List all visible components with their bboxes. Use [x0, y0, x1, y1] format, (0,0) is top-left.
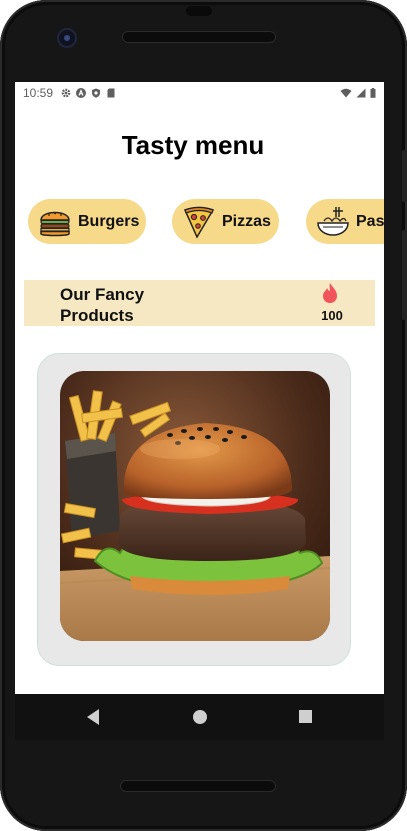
power-button[interactable]	[402, 230, 407, 320]
sd-card-icon	[107, 88, 115, 98]
category-pasta[interactable]: Pas	[306, 199, 384, 244]
gear-icon	[61, 88, 71, 98]
bottom-speaker	[120, 780, 276, 792]
app-screen: 10:59 Tasty menu Burgers Pizzas Pas Our …	[15, 82, 384, 694]
products-count: 100	[321, 308, 343, 323]
category-label-pasta: Pas	[356, 212, 384, 230]
battery-icon	[370, 88, 376, 98]
a-icon	[76, 88, 87, 98]
product-image[interactable]	[60, 371, 330, 641]
category-burgers[interactable]: Burgers	[28, 199, 146, 244]
burger-with-fries-photo	[60, 371, 330, 641]
recents-icon[interactable]	[299, 710, 312, 723]
home-icon[interactable]	[193, 710, 207, 724]
shield-icon	[92, 88, 101, 98]
pizza-icon	[183, 206, 215, 239]
front-camera	[57, 28, 77, 48]
status-bar: 10:59	[15, 82, 384, 104]
earpiece-speaker	[122, 31, 276, 43]
category-list[interactable]: Burgers Pizzas Pas	[15, 199, 384, 245]
system-nav-bar	[15, 694, 384, 740]
signal-icon	[356, 88, 366, 98]
burger-icon	[40, 211, 70, 236]
category-pizzas[interactable]: Pizzas	[172, 199, 279, 244]
status-time: 10:59	[23, 86, 54, 100]
category-label-pizzas: Pizzas	[222, 212, 271, 230]
page-title: Tasty menu	[121, 130, 265, 160]
top-sensor-slit	[186, 6, 212, 16]
products-header: Our Fancy Products 100	[24, 280, 375, 326]
back-icon[interactable]	[85, 708, 101, 726]
volume-button[interactable]	[402, 150, 407, 202]
products-header-title: Our Fancy Products	[60, 285, 145, 325]
phone-frame: 10:59 Tasty menu Burgers Pizzas Pas Our …	[0, 0, 407, 831]
product-card[interactable]	[37, 353, 351, 666]
wifi-icon	[340, 88, 352, 98]
flame-icon	[323, 283, 337, 303]
category-label-burgers: Burgers	[78, 212, 140, 230]
pasta-icon	[317, 206, 349, 236]
